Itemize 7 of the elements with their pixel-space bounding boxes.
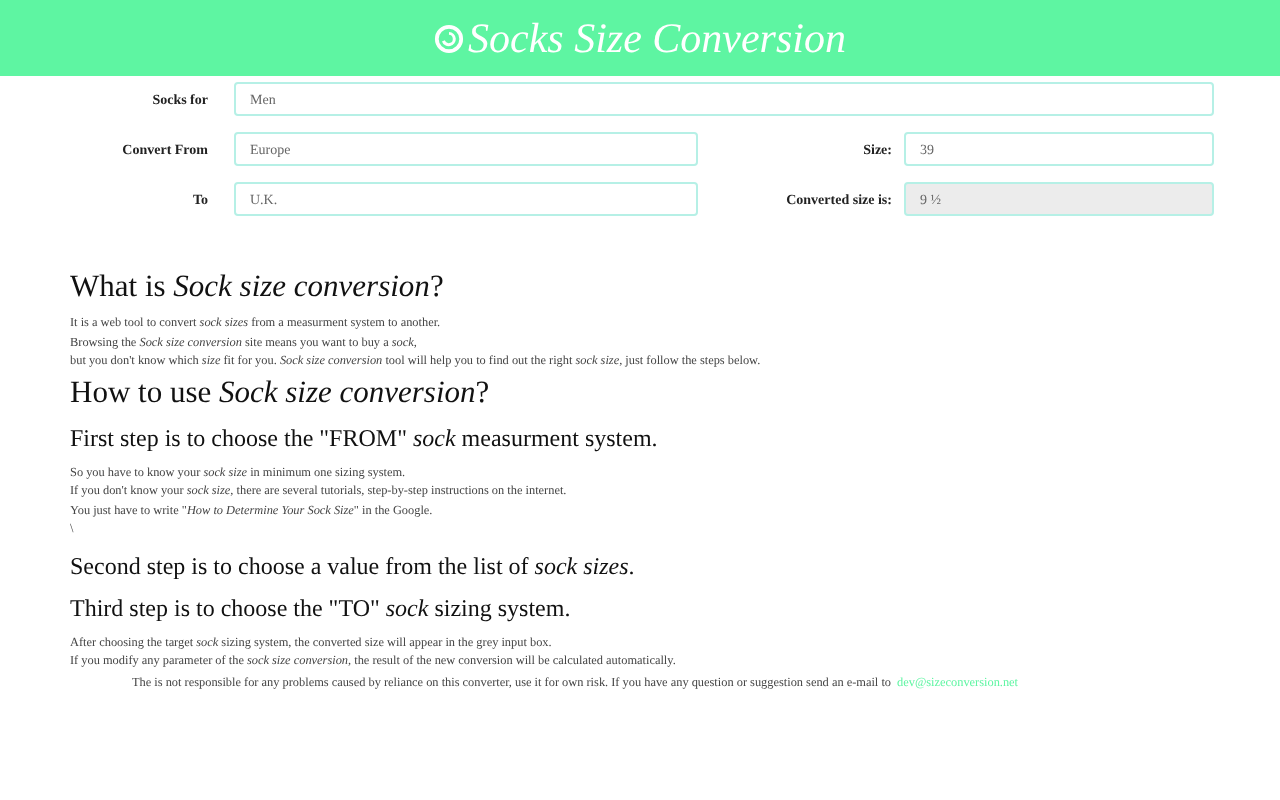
page-title: Socks Size Conversion [468,13,846,63]
heading: First step is to choose the "FROM" sock measurment system. [70,423,658,451]
heading: How to use Sock size conversion? [70,375,490,409]
heading: Third step is to choose the "TO" sock sizing system. [70,593,571,621]
heading: Second step is to choose a value from the list of sock sizes. [70,551,635,579]
heading: What is Sock size conversion? [70,270,444,304]
logo-icon [434,23,464,53]
